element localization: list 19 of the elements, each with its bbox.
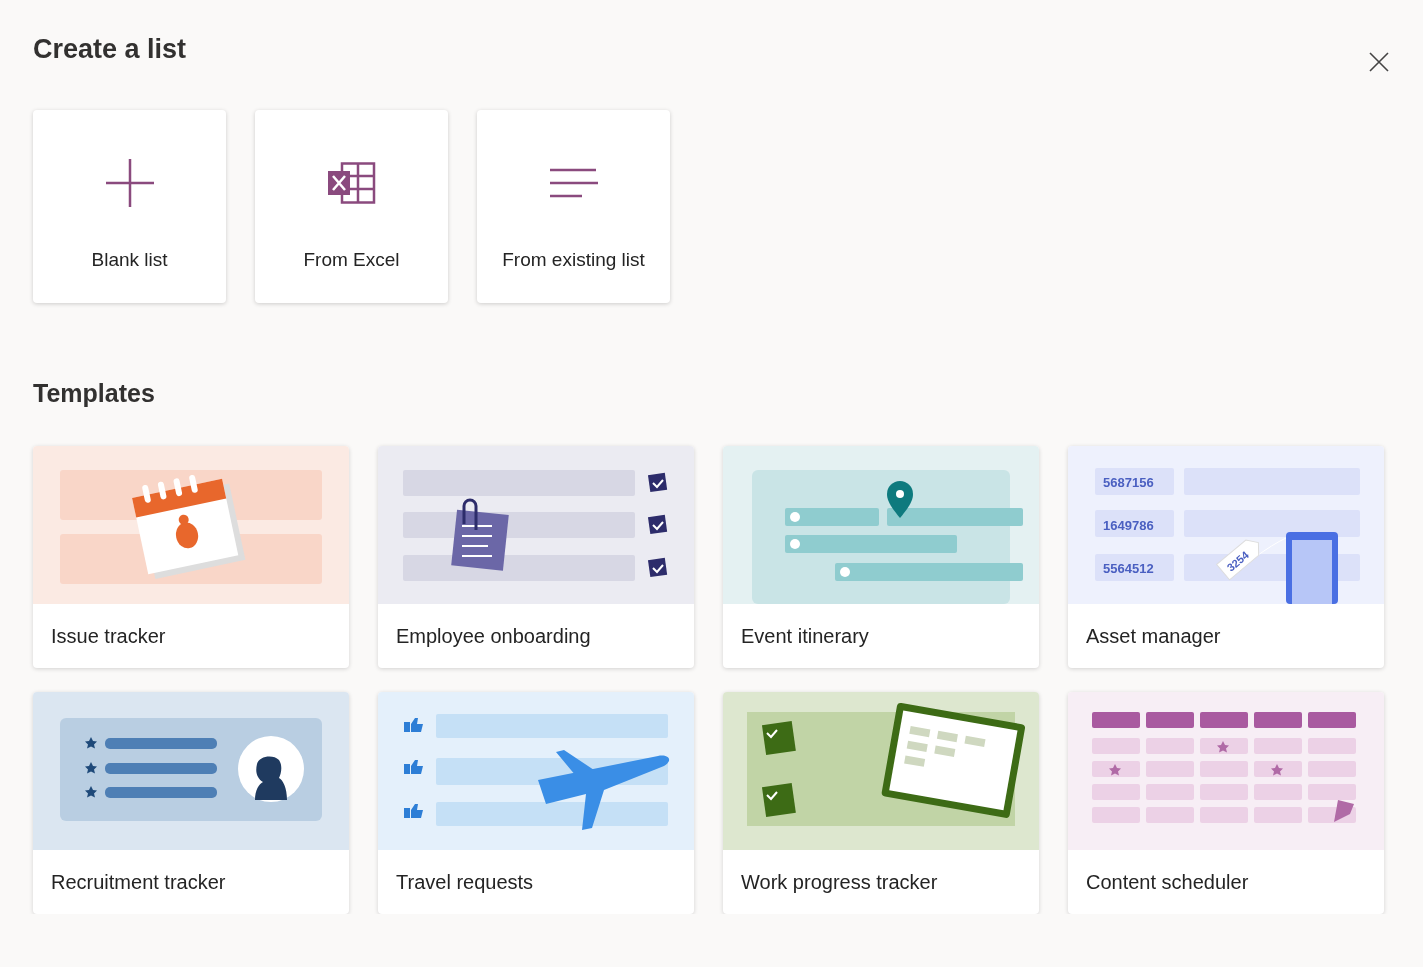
plus-icon [105,159,154,207]
create-option-card[interactable]: From Excel [255,110,448,303]
template-card[interactable]: Employee onboarding [378,446,694,668]
template-card[interactable]: Work progress tracker [723,692,1039,914]
template-card[interactable]: Content scheduler [1068,692,1384,914]
create-option-card[interactable]: Blank list [33,110,226,303]
dialog-title: Create a list [33,34,187,65]
asset-number: 5564512 [1103,561,1154,576]
template-card[interactable]: Event itinerary [723,446,1039,668]
section-heading: Templates [33,379,156,408]
asset-number: 1649786 [1103,518,1154,533]
asset-number: 5687156 [1103,475,1154,490]
template-card[interactable]: Issue tracker [33,446,349,668]
template-card[interactable]: Recruitment tracker [33,692,349,914]
spreadsheet-icon [327,162,376,204]
template-card[interactable]: Travel requests [378,692,694,914]
close-icon [1369,52,1389,72]
create-option-card[interactable]: From existing list [477,110,670,303]
lines-icon [549,168,598,198]
